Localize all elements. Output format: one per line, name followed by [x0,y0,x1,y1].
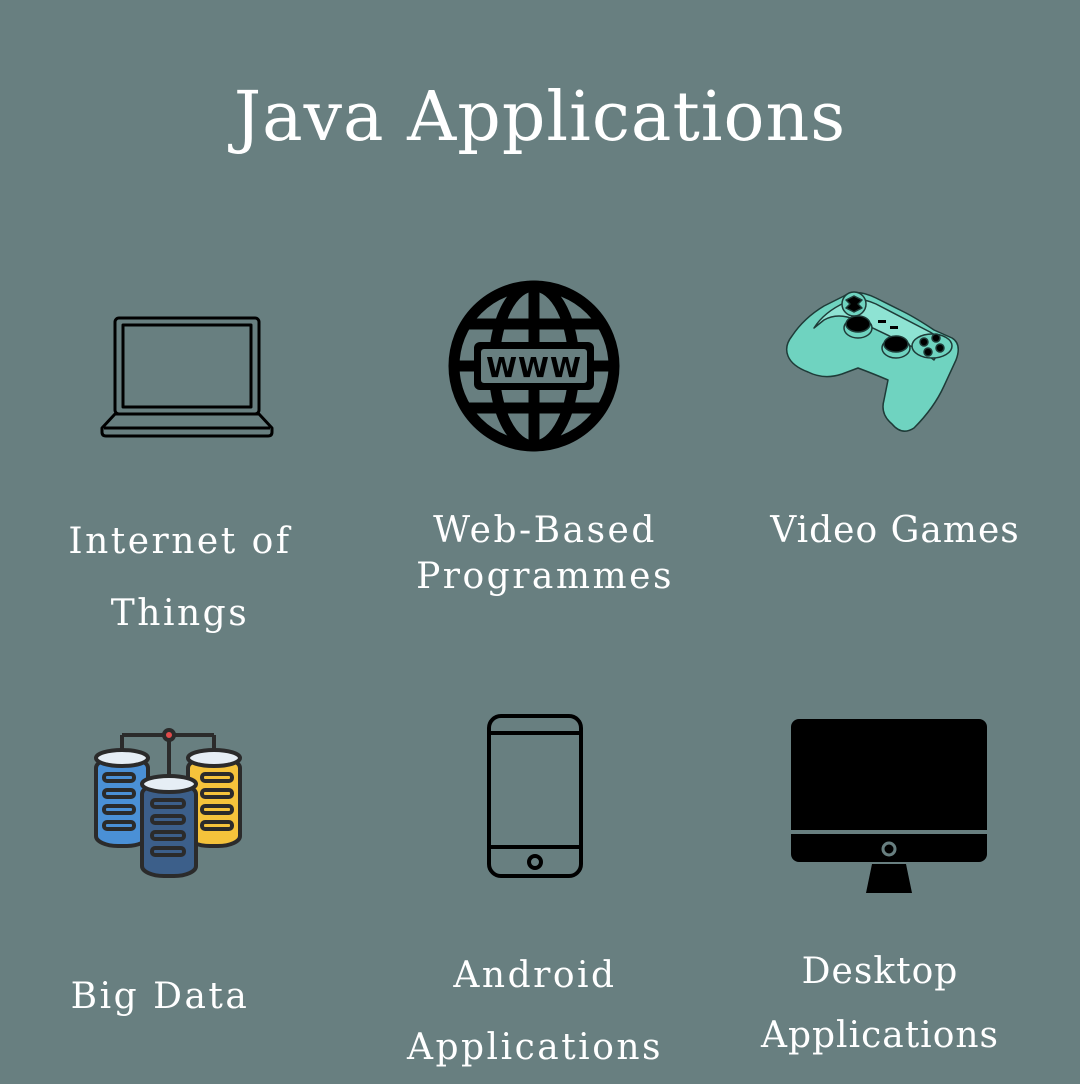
item-label-big-data: Big Data [70,976,250,1017]
smartphone-icon [485,713,585,879]
globe-www-icon: WWW [444,276,624,456]
laptop-icon [100,316,274,438]
item-label-web-based-programmes: Web-Based Programmes [416,510,674,597]
item-label-android-applications: Android Applications [406,955,664,1068]
item-label-video-games: Video Games [770,510,1020,551]
page-title: Java Applications [233,78,847,157]
desktop-monitor-icon [790,718,988,894]
www-icon-text: WWW [486,351,582,384]
gamepad-icon [784,290,962,432]
database-icon [92,726,246,880]
item-label-desktop-applications: Desktop Applications [760,951,1000,1056]
item-label-internet-of-things: Internet of Things [68,521,292,634]
